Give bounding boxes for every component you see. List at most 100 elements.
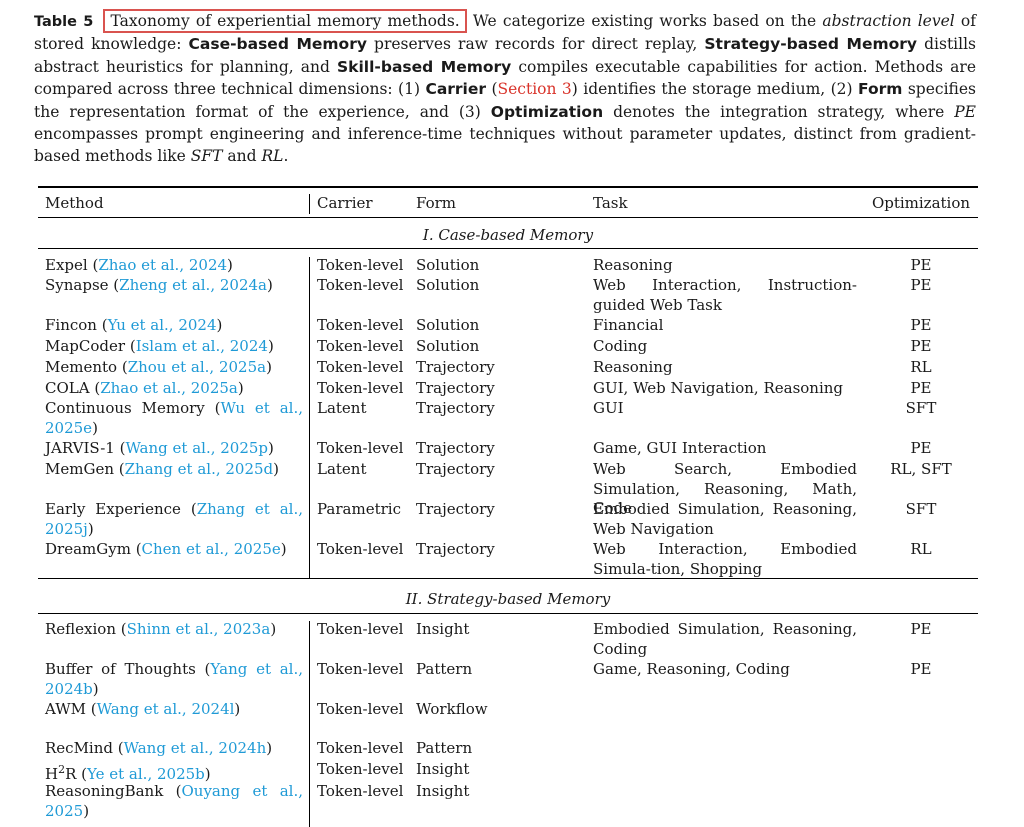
form-cell: Solution [416, 337, 480, 355]
form-cell: Trajectory [416, 500, 495, 518]
header-rule [38, 217, 978, 218]
task-cell: Web Interaction, Instruction-guided Web … [593, 276, 857, 314]
optimization-cell: PE [910, 379, 932, 397]
task-cell: Embodied Simulation, Reasoning, Coding [593, 620, 857, 658]
method-cell: Buffer of Thoughts (Yang et al., 2024b) [45, 660, 303, 698]
citation-link[interactable]: Islam et al., 2024 [136, 337, 268, 355]
task-cell: Reasoning [593, 358, 673, 376]
citation-link[interactable]: Ye et al., 2025b [87, 765, 205, 783]
caption-term-carrier: Carrier [425, 80, 487, 99]
task-cell: Game, Reasoning, Coding [593, 660, 790, 678]
task-cell: Web Interaction, Embodied Simula-tion, S… [593, 540, 857, 578]
task-cell: Game, GUI Interaction [593, 439, 767, 457]
form-cell: Pattern [416, 739, 473, 757]
citation-link[interactable]: Zhang et al., 2025d [125, 460, 274, 478]
citation-link[interactable]: Yu et al., 2024 [108, 316, 217, 334]
carrier-cell: Parametric [317, 500, 401, 518]
optimization-cell: PE [910, 276, 932, 294]
carrier-cell: Token-level [317, 739, 404, 757]
method-cell: MapCoder (Islam et al., 2024) [45, 337, 274, 355]
section-rule [38, 248, 978, 249]
carrier-cell: Token-level [317, 337, 404, 355]
method-cell: Synapse (Zheng et al., 2024a) [45, 276, 273, 294]
method-cell: Memento (Zhou et al., 2025a) [45, 358, 272, 376]
optimization-cell: RL [910, 358, 932, 376]
method-name: Expel [45, 256, 88, 274]
caption-text: We categorize existing works based on th… [472, 12, 823, 30]
method-cell: JARVIS-1 (Wang et al., 2025p) [45, 439, 274, 457]
carrier-cell: Latent [317, 460, 367, 478]
form-cell: Solution [416, 256, 480, 274]
citation-link[interactable]: Wang et al., 2024l [97, 700, 235, 718]
section-title: I. Case-based Memory [422, 226, 594, 244]
form-cell: Insight [416, 760, 470, 778]
carrier-cell: Token-level [317, 358, 404, 376]
column-divider [309, 257, 310, 578]
carrier-cell: Token-level [317, 540, 404, 558]
method-name: RecMind [45, 739, 113, 757]
caption-emphasis: RL [261, 147, 284, 166]
form-cell: Insight [416, 620, 470, 638]
caption-text: and [222, 147, 262, 166]
table-label: Table 5 [34, 14, 94, 30]
method-cell: Expel (Zhao et al., 2024) [45, 256, 233, 274]
caption-text: preserves raw records for direct replay, [366, 35, 705, 54]
citation-link[interactable]: Zhou et al., 2025a [128, 358, 266, 376]
task-cell: Embodied Simulation, Reasoning, Web Navi… [593, 500, 857, 538]
form-cell: Insight [416, 782, 470, 800]
carrier-cell: Token-level [317, 439, 404, 457]
carrier-cell: Token-level [317, 700, 404, 718]
caption-term-skill: Skill-based Memory [337, 57, 512, 76]
citation-link[interactable]: Zheng et al., 2024a [119, 276, 267, 294]
method-name: Early Experience [45, 500, 181, 518]
method-name: DreamGym [45, 540, 131, 558]
optimization-cell: PE [910, 256, 932, 274]
citation-link[interactable]: Chen et al., 2025e [142, 540, 281, 558]
carrier-cell: Token-level [317, 782, 404, 800]
citation-link[interactable]: Zhao et al., 2025a [100, 379, 238, 397]
caption-emphasis: abstraction level [822, 12, 955, 30]
optimization-cell: RL [910, 540, 932, 558]
method-name: Continuous Memory [45, 399, 205, 417]
method-cell: DreamGym (Chen et al., 2025e) [45, 540, 287, 558]
method-name-tail: R [65, 765, 77, 783]
citation-link[interactable]: Shinn et al., 2023a [127, 620, 271, 638]
task-cell: Coding [593, 337, 648, 355]
form-cell: Trajectory [416, 379, 495, 397]
citation-link[interactable]: Zhao et al., 2024 [98, 256, 227, 274]
optimization-cell: PE [910, 337, 932, 355]
method-name: ReasoningBank [45, 782, 164, 800]
method-name: H [45, 765, 59, 783]
method-cell: Fincon (Yu et al., 2024) [45, 316, 223, 334]
method-name: MapCoder [45, 337, 126, 355]
optimization-cell: PE [910, 660, 932, 678]
carrier-cell: Token-level [317, 379, 404, 397]
header-optimization: Optimization [871, 194, 971, 212]
citation-link[interactable]: Wang et al., 2025p [125, 439, 268, 457]
method-cell: Continuous Memory (Wu et al., 2025e) [45, 399, 304, 437]
header-form: Form [416, 194, 457, 212]
method-name: Buffer of Thoughts [45, 660, 196, 678]
section-divider-rule [38, 578, 978, 579]
carrier-cell: Latent [317, 399, 367, 417]
task-cell: Reasoning [593, 256, 673, 274]
carrier-cell: Token-level [317, 760, 404, 778]
header-carrier: Carrier [317, 194, 373, 212]
form-cell: Pattern [416, 660, 473, 678]
method-name: Fincon [45, 316, 97, 334]
caption-text: ) identifies the storage medium, (2) [571, 80, 859, 99]
column-divider [309, 194, 310, 214]
caption-text: denotes the integration strategy, where [603, 102, 955, 121]
section-3-link[interactable]: Section 3 [498, 80, 572, 98]
caption-term-optimization: Optimization [490, 102, 604, 121]
form-cell: Trajectory [416, 460, 495, 478]
form-cell: Trajectory [416, 439, 495, 457]
table-top-rule [38, 186, 978, 188]
citation-link[interactable]: Wang et al., 2024h [124, 739, 267, 757]
form-cell: Trajectory [416, 358, 495, 376]
caption-emphasis: SFT [190, 147, 223, 166]
method-name: MemGen [45, 460, 114, 478]
method-cell: COLA (Zhao et al., 2025a) [45, 379, 244, 397]
method-cell: RecMind (Wang et al., 2024h) [45, 739, 273, 757]
form-cell: Solution [416, 276, 480, 294]
